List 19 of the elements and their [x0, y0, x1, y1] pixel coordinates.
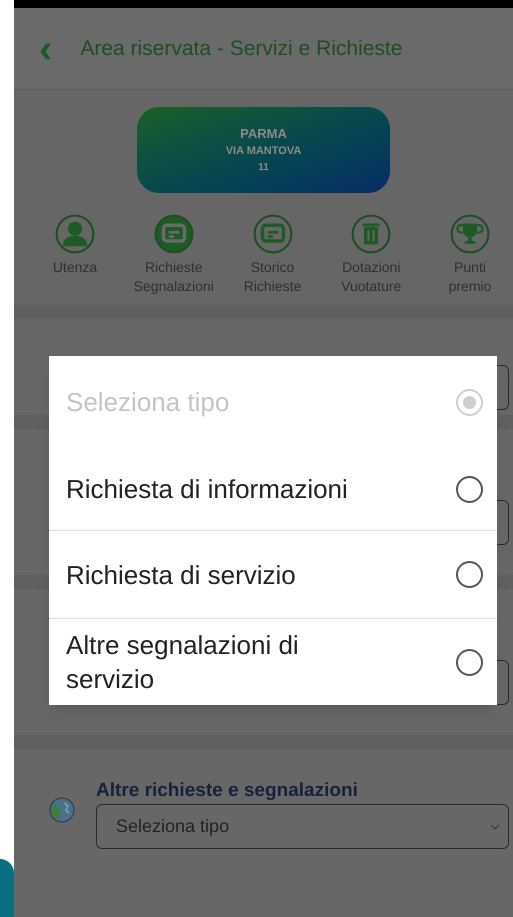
radio-button[interactable]	[456, 476, 483, 502]
city-label: PARMA	[240, 127, 287, 140]
option-row: Seleziona tipo	[49, 356, 497, 448]
radio-button[interactable]	[456, 561, 483, 588]
radio-button[interactable]	[456, 648, 483, 676]
option-row[interactable]: Richiesta di informazioni	[49, 448, 497, 530]
page-title: Area riservata - Servizi e Richieste	[80, 36, 402, 62]
nav-tab[interactable]: Richieste Segnalazioni	[132, 213, 215, 305]
nav-tab[interactable]: Dotazioni Vuotature	[330, 213, 412, 305]
chevron-down-icon	[490, 824, 500, 830]
nav-tab[interactable]: Storico Richieste	[232, 213, 314, 305]
option-row[interactable]: Altre segnalazioni di servizio	[49, 618, 497, 705]
option-row[interactable]: Richiesta di servizio	[49, 530, 497, 618]
street-label: VIA MANTOVA	[226, 146, 302, 157]
back-icon[interactable]: ‹	[39, 28, 52, 68]
number-label: 11	[258, 163, 269, 173]
corner-shape	[0, 859, 14, 917]
type-select[interactable]: Seleziona tipo	[96, 804, 509, 849]
section-heading: Altre richieste e segnalazioni	[96, 779, 359, 803]
